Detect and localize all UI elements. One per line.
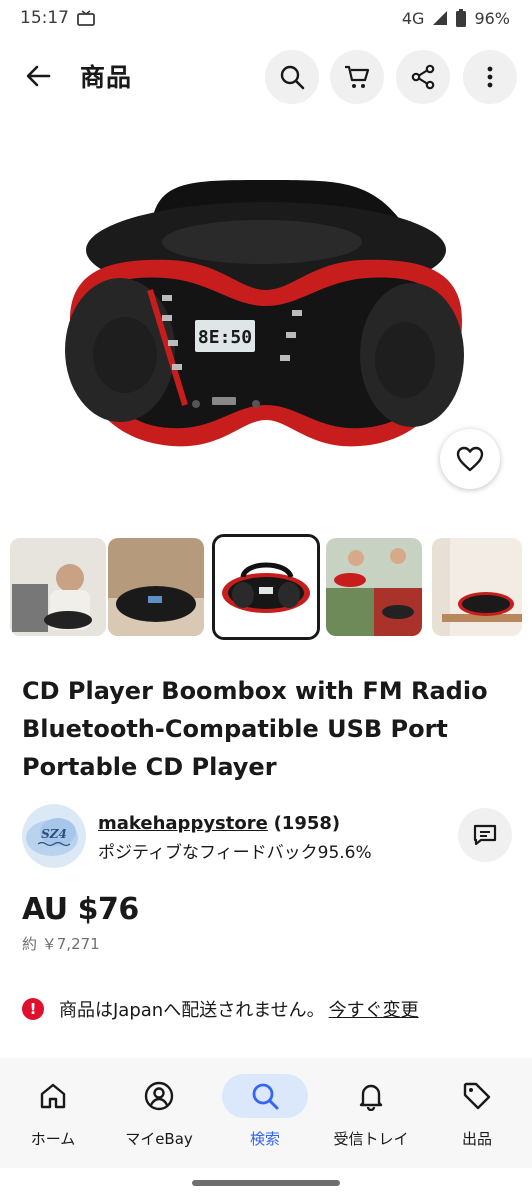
product-title-line-3: Portable CD Player (22, 753, 277, 781)
home-icon (40, 1083, 66, 1109)
product-title-line-2: Bluetooth-Compatible USB Port (22, 715, 448, 743)
heart-icon (456, 446, 484, 472)
shipping-notice-text: 商品はJapanへ配送されません。 (59, 1000, 325, 1021)
back-button[interactable] (16, 54, 60, 98)
network-label: 4G (401, 8, 425, 28)
change-location-link[interactable]: 今すぐ変更 (329, 996, 419, 1022)
cart-button[interactable] (330, 50, 384, 104)
thumbnail-2[interactable] (108, 538, 204, 636)
nav-search[interactable]: 検索 (212, 1058, 318, 1168)
product-title-line-1: CD Player Boombox with FM Radio (22, 677, 488, 705)
status-time: 15:17 (20, 8, 69, 28)
lcd-display-text: 8E:50 (198, 327, 252, 348)
seller-feedback-count: (1958) (273, 813, 341, 834)
shipping-notice: ! 商品はJapanへ配送されません。 今すぐ変更 (22, 996, 419, 1022)
bottom-navigation: ホーム マイeBay 検索 受信トレイ 出品 (0, 1058, 532, 1168)
nav-sell[interactable]: 出品 (424, 1058, 530, 1168)
nav-search-label: 検索 (249, 1130, 280, 1148)
bell-icon (359, 1084, 383, 1111)
more-vertical-icon (487, 66, 493, 88)
cart-icon (345, 65, 370, 88)
share-icon (411, 64, 435, 90)
search-icon (280, 65, 305, 90)
thumbnail-3-selected[interactable] (212, 534, 320, 640)
nav-inbox[interactable]: 受信トレイ (318, 1058, 424, 1168)
arrow-left-icon (26, 65, 51, 87)
account-icon (144, 1081, 174, 1111)
product-title: CD Player Boombox with FM Radio Bluetoot… (22, 672, 514, 786)
share-button[interactable] (396, 50, 450, 104)
watch-button[interactable] (440, 429, 500, 489)
alert-icon: ! (22, 998, 44, 1020)
app-bar: 商品 (0, 44, 532, 108)
nav-my-ebay-label: マイeBay (125, 1130, 193, 1148)
battery-icon (456, 9, 467, 27)
thumbnail-strip (0, 534, 532, 640)
search-button[interactable] (265, 50, 319, 104)
chat-icon (473, 824, 497, 846)
nav-my-ebay[interactable]: マイeBay (106, 1058, 212, 1168)
thumbnail-1[interactable] (10, 538, 106, 636)
nav-home[interactable]: ホーム (0, 1058, 106, 1168)
seller-avatar[interactable]: SZ4 (22, 804, 86, 868)
home-indicator[interactable] (192, 1180, 340, 1186)
seller-feedback-score: ポジティブなフィードバック95.6% (98, 843, 372, 863)
seller-avatar-text: SZ4 (41, 827, 67, 841)
page-title: 商品 (80, 63, 133, 92)
tag-icon (463, 1082, 491, 1110)
status-bar: 15:17 4G 96% (0, 0, 532, 36)
thumbnail-5[interactable] (432, 538, 522, 636)
more-options-button[interactable] (463, 50, 517, 104)
nav-home-label: ホーム (30, 1130, 76, 1148)
nav-inbox-label: 受信トレイ (333, 1130, 409, 1148)
message-seller-button[interactable] (458, 808, 512, 862)
nav-sell-label: 出品 (461, 1130, 492, 1148)
signal-icon (433, 11, 448, 25)
seller-section: SZ4 makehappystore (1958) ポジティブなフィードバック9… (22, 804, 512, 868)
thumbnail-4[interactable] (326, 538, 422, 636)
battery-percent: 96% (474, 8, 510, 28)
price: AU $76 (22, 892, 139, 927)
tv-icon (77, 10, 95, 26)
seller-name-link[interactable]: makehappystore (98, 813, 268, 834)
approx-price: 約 ￥7,271 (22, 935, 100, 953)
search-icon (252, 1083, 279, 1110)
